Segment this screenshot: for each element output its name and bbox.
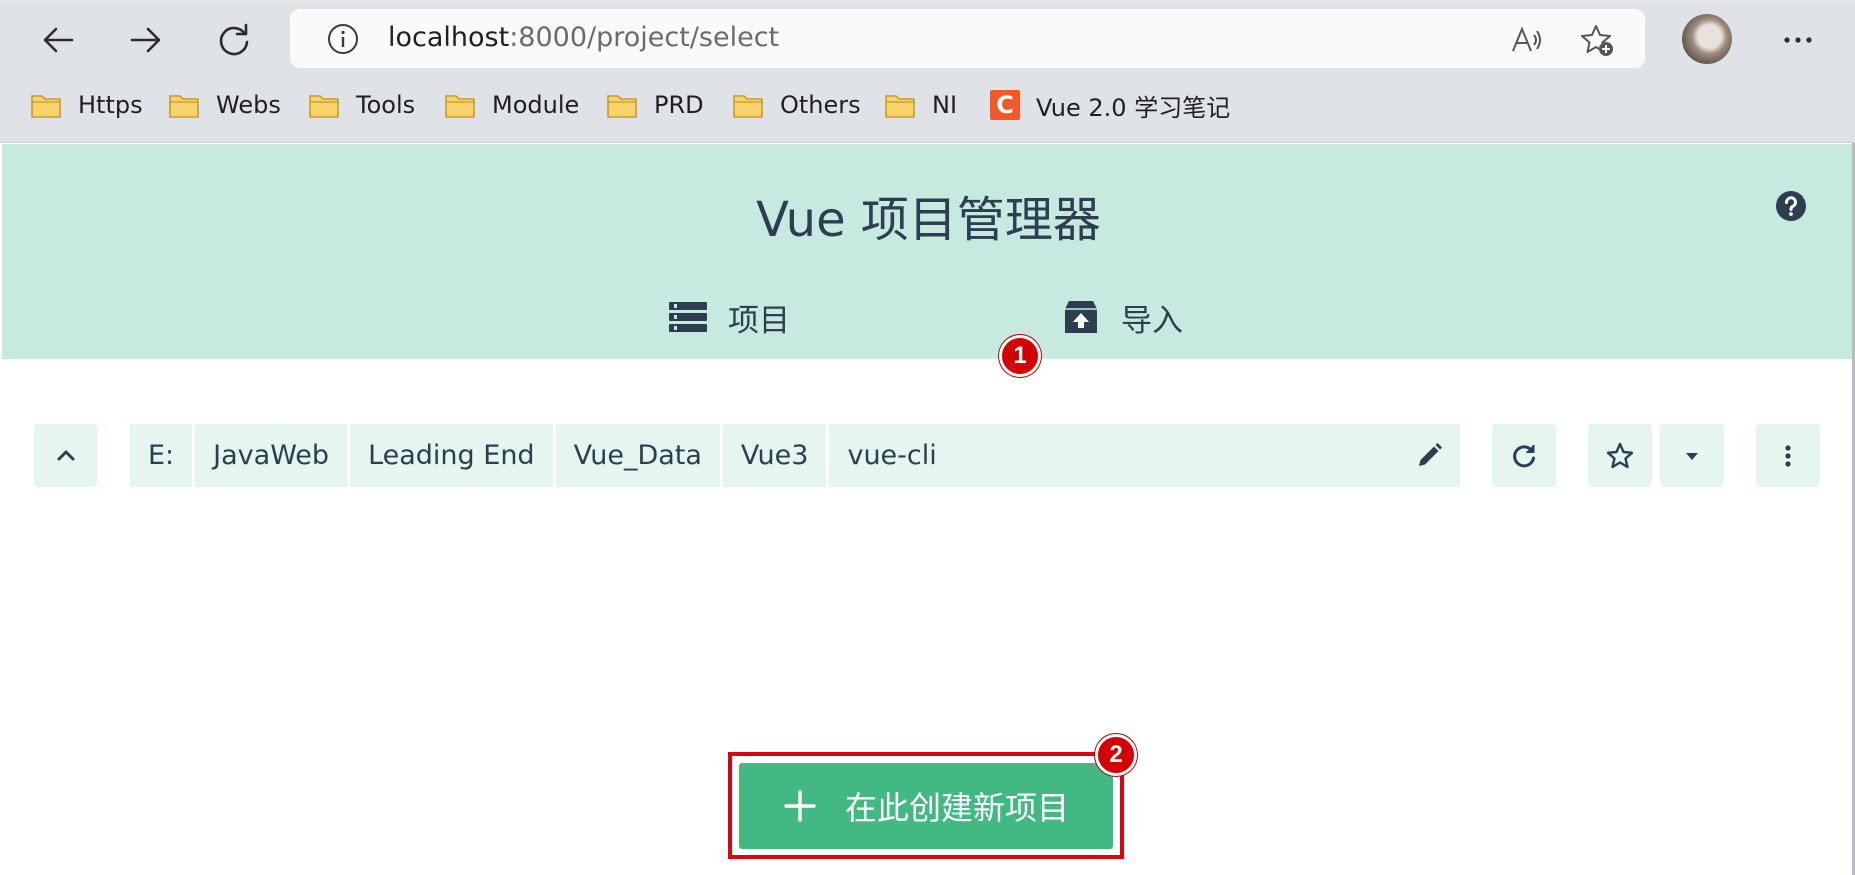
folder-icon [607, 95, 637, 118]
tab-strip-edge [0, 0, 1855, 3]
path-segment[interactable]: Leading End [350, 424, 553, 487]
folder-icon [31, 95, 61, 118]
list-icon [669, 302, 707, 332]
app-header: Vue 项目管理器 [2, 144, 1855, 359]
bookmark-label: Tools [356, 91, 416, 119]
bookmark-label: Module [492, 91, 580, 119]
reload-button[interactable] [206, 12, 262, 68]
plus-icon [784, 790, 816, 822]
folder-path-bar: E: JavaWeb Leading End Vue_Data Vue3 vue… [130, 424, 1460, 487]
bookmark-ni[interactable]: NI [884, 82, 957, 128]
caret-down-icon [1686, 452, 1698, 460]
bookmark-others[interactable]: Others [732, 82, 861, 128]
create-button-highlight: 在此创建新项目 [728, 752, 1124, 859]
help-icon[interactable] [1775, 190, 1807, 222]
read-aloud-icon[interactable] [1510, 23, 1544, 57]
browser-menu-button[interactable] [1770, 22, 1826, 58]
bookmark-label: Others [780, 91, 861, 119]
more-actions-button[interactable] [1756, 424, 1820, 487]
address-bar[interactable]: localhost:8000/project/select [290, 9, 1645, 68]
edit-path-button[interactable] [1398, 424, 1460, 487]
bookmark-https[interactable]: Https [30, 82, 143, 128]
bookmarks-bar: Https Webs Tools Module PRD Others NI C … [0, 82, 1855, 128]
bookmark-tools[interactable]: Tools [308, 82, 415, 128]
bookmark-prd[interactable]: PRD [606, 82, 704, 128]
browser-window: localhost:8000/project/select Https Webs… [0, 0, 1855, 875]
add-favorite-icon[interactable] [1580, 23, 1614, 57]
folder-icon [733, 95, 763, 118]
pencil-icon [1419, 442, 1442, 466]
bookmark-vue-notes[interactable]: C Vue 2.0 学习笔记 [990, 82, 1230, 128]
forward-button[interactable] [118, 12, 174, 68]
url-path: :8000/project/select [509, 22, 780, 53]
bookmark-label: NI [932, 91, 958, 119]
tab-projects[interactable]: 项目 [668, 270, 790, 364]
folder-icon [309, 95, 339, 118]
favorites-dropdown-button[interactable] [1660, 424, 1724, 487]
tab-label: 导入 [1121, 302, 1183, 339]
path-segment[interactable]: JavaWeb [195, 424, 348, 487]
arrow-left-icon [43, 27, 74, 53]
bookmark-webs[interactable]: Webs [168, 82, 281, 128]
refresh-icon [1513, 444, 1535, 467]
path-segment[interactable]: Vue3 [722, 424, 827, 487]
site-info-icon[interactable] [326, 22, 360, 56]
create-project-here-button[interactable]: 在此创建新项目 [739, 763, 1113, 849]
c-logo-icon: C [990, 90, 1020, 120]
tab-label: 项目 [728, 302, 790, 339]
back-button[interactable] [30, 12, 86, 68]
step-badge-2: 2 [1095, 734, 1137, 776]
bookmark-label: Webs [216, 91, 281, 119]
path-segment[interactable]: E: [130, 424, 193, 487]
more-vertical-icon [1785, 444, 1791, 467]
arrow-right-icon [130, 27, 161, 53]
parent-folder-button[interactable] [34, 424, 97, 487]
favorite-folder-button[interactable] [1588, 424, 1652, 487]
refresh-folder-button[interactable] [1492, 424, 1556, 487]
archive-upload-icon [1065, 301, 1097, 333]
folder-icon [169, 95, 199, 118]
bookmark-label: PRD [654, 91, 704, 119]
chevron-up-icon [57, 450, 74, 460]
bookmark-label: Vue 2.0 学习笔记 [1036, 93, 1231, 122]
more-horizontal-icon [1784, 37, 1812, 43]
star-outline-icon [1606, 442, 1634, 468]
profile-avatar[interactable] [1682, 14, 1732, 64]
bookmark-label: Https [78, 91, 143, 119]
browser-toolbar: localhost:8000/project/select Https Webs… [0, 0, 1855, 143]
folder-icon [445, 95, 475, 118]
path-segment[interactable]: vue-cli [829, 424, 1398, 487]
bookmark-module[interactable]: Module [444, 82, 579, 128]
create-button-label: 在此创建新项目 [844, 789, 1069, 827]
step-badge-1: 1 [999, 335, 1041, 377]
folder-icon [885, 95, 915, 118]
url-host: localhost [388, 22, 510, 53]
path-segment[interactable]: Vue_Data [555, 424, 720, 487]
page-title: Vue 项目管理器 [756, 192, 1101, 248]
refresh-icon [219, 23, 249, 56]
tab-import[interactable]: 导入 [1061, 270, 1183, 364]
url-text[interactable]: localhost:8000/project/select [388, 22, 779, 53]
